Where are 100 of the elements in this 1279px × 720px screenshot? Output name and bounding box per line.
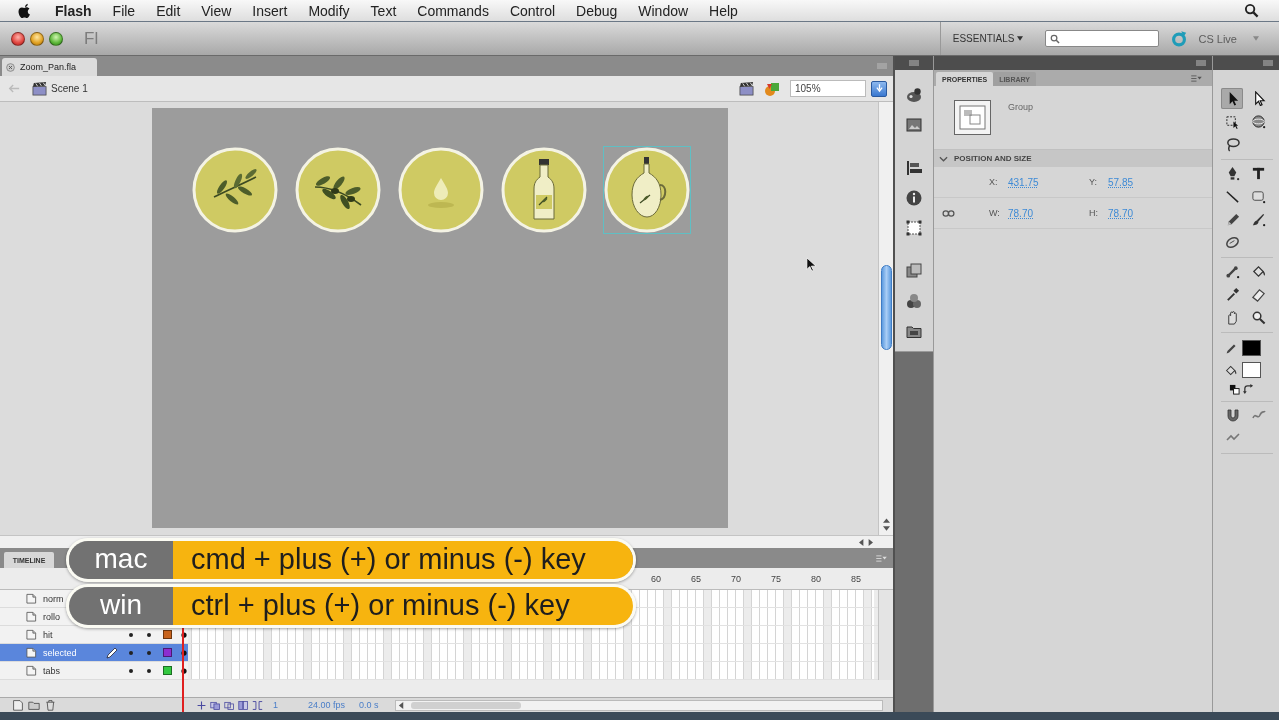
scroll-arrows-icon bbox=[859, 538, 873, 546]
magnet-icon bbox=[1224, 408, 1240, 423]
pointer-cursor-icon bbox=[806, 257, 816, 272]
new-folder-button[interactable] bbox=[28, 699, 40, 711]
frame-number: 80 bbox=[811, 573, 822, 584]
grip-icon bbox=[1196, 60, 1206, 66]
layer-row[interactable]: selected bbox=[0, 644, 188, 662]
picture-panel-button[interactable] bbox=[905, 116, 923, 134]
layer-name: selected bbox=[43, 647, 78, 658]
transform-panel-button[interactable] bbox=[905, 219, 923, 237]
minimize-window-button[interactable] bbox=[30, 31, 44, 46]
two-panels-icon bbox=[238, 699, 249, 711]
menu-item[interactable]: File bbox=[112, 2, 136, 19]
instance-type: Group bbox=[1008, 101, 1033, 112]
menu-item[interactable]: Text bbox=[370, 2, 397, 19]
align-panel-button[interactable] bbox=[905, 159, 923, 177]
picture-icon bbox=[905, 116, 923, 134]
layer-row[interactable]: tabs bbox=[0, 662, 188, 680]
edit-scene-button[interactable] bbox=[739, 81, 754, 96]
delete-button[interactable] bbox=[44, 699, 56, 711]
swap-colors-icon bbox=[1243, 384, 1254, 395]
cs-live-menu[interactable]: CS Live bbox=[1198, 32, 1237, 45]
page-icon bbox=[26, 665, 37, 676]
horizontal-scrollbar[interactable] bbox=[394, 699, 883, 711]
close-window-button[interactable] bbox=[11, 31, 25, 46]
components-panel-button[interactable] bbox=[905, 292, 923, 310]
clapperboard-icon bbox=[32, 81, 47, 96]
new-layer-button[interactable] bbox=[12, 699, 24, 711]
center-frame-button[interactable] bbox=[196, 699, 207, 711]
app-label: Fl bbox=[84, 28, 99, 49]
layer-row[interactable]: hit bbox=[0, 626, 188, 644]
scroll-thumb[interactable] bbox=[410, 701, 521, 709]
stroke-color-swatch[interactable] bbox=[1242, 340, 1261, 356]
grip-icon bbox=[877, 63, 887, 69]
link-icon bbox=[942, 208, 955, 218]
circles-icon bbox=[905, 292, 923, 310]
grip-icon bbox=[909, 60, 919, 66]
zoom-window-button[interactable] bbox=[49, 31, 63, 46]
info-icon bbox=[905, 189, 923, 207]
menu-item[interactable]: Modify bbox=[308, 2, 350, 19]
folder-icon bbox=[28, 699, 40, 711]
menu-item[interactable]: Commands bbox=[417, 2, 489, 19]
layer-name: rollo bbox=[43, 611, 61, 622]
platform-label: mac bbox=[69, 541, 173, 579]
fill-color-swatch[interactable] bbox=[1242, 362, 1261, 378]
zoom-field[interactable]: 105% bbox=[790, 80, 866, 97]
workspace-dropdown[interactable]: ESSENTIALS bbox=[952, 33, 1024, 44]
onion-outline-button[interactable] bbox=[224, 699, 235, 711]
menu-item[interactable]: View bbox=[201, 2, 232, 19]
paint-bucket-icon bbox=[1250, 264, 1266, 279]
platform-label: win bbox=[69, 587, 173, 625]
menu-item[interactable]: Edit bbox=[156, 2, 181, 19]
rectangle-icon bbox=[1250, 189, 1266, 204]
color-panel-button[interactable] bbox=[905, 86, 923, 104]
frame-number: 85 bbox=[851, 573, 862, 584]
scroll-arrows-icon bbox=[882, 518, 890, 531]
sphere-icon bbox=[1250, 114, 1266, 129]
layer-name: hit bbox=[43, 629, 54, 640]
vertical-scrollbar[interactable] bbox=[878, 102, 893, 535]
caret-icon bbox=[1253, 36, 1259, 41]
layer-name: tabs bbox=[43, 665, 61, 676]
app-menu[interactable]: Flash bbox=[55, 2, 92, 19]
menu-item[interactable]: Help bbox=[709, 2, 738, 19]
text-tool-icon bbox=[1250, 166, 1266, 181]
frame-number: 75 bbox=[771, 573, 782, 584]
dot-icon bbox=[147, 650, 151, 655]
markers-button[interactable] bbox=[252, 699, 263, 711]
zoom-icon bbox=[1250, 310, 1266, 325]
outlined-squares-icon bbox=[224, 699, 235, 711]
outline-color-swatch[interactable] bbox=[163, 666, 172, 675]
menu-item[interactable]: Insert bbox=[252, 2, 288, 19]
new-page-icon bbox=[12, 699, 24, 711]
frame-number: 65 bbox=[691, 573, 702, 584]
onion-skin-button[interactable] bbox=[210, 699, 221, 711]
frame-number: 70 bbox=[731, 573, 742, 584]
scroll-thumb[interactable] bbox=[880, 265, 892, 350]
line-icon bbox=[1224, 189, 1240, 204]
shortcut-text: cmd + plus (+) or minus (-) key bbox=[173, 541, 633, 579]
outline-color-swatch[interactable] bbox=[163, 630, 172, 639]
group-icon bbox=[954, 100, 991, 135]
scene-name[interactable]: Scene 1 bbox=[51, 83, 88, 94]
back-arrow-icon bbox=[8, 84, 20, 93]
outline-color-swatch[interactable] bbox=[163, 648, 172, 657]
zoom-menu-button[interactable] bbox=[871, 80, 887, 97]
eyedropper-icon bbox=[1224, 287, 1240, 302]
menu-item[interactable]: Control bbox=[509, 2, 556, 19]
section-header[interactable]: POSITION AND SIZE bbox=[934, 150, 1212, 167]
document-tab[interactable]: Zoom_Pan.fla bbox=[2, 58, 97, 76]
edit-symbols-button[interactable] bbox=[764, 80, 780, 97]
multiple-frames-button[interactable] bbox=[238, 699, 249, 711]
search-icon bbox=[1050, 33, 1061, 44]
paint-palette-icon bbox=[905, 86, 923, 104]
info-panel-button[interactable] bbox=[905, 189, 923, 207]
vertical-scrollbar[interactable] bbox=[878, 590, 893, 680]
menu-item[interactable]: Window bbox=[638, 2, 689, 19]
shortcut-text: ctrl + plus (+) or minus (-) key bbox=[173, 587, 633, 625]
menu-item[interactable]: Debug bbox=[576, 2, 618, 19]
symbol-panel-button[interactable] bbox=[905, 262, 923, 280]
tool-button[interactable] bbox=[1221, 88, 1243, 109]
search-field[interactable] bbox=[1045, 30, 1160, 47]
